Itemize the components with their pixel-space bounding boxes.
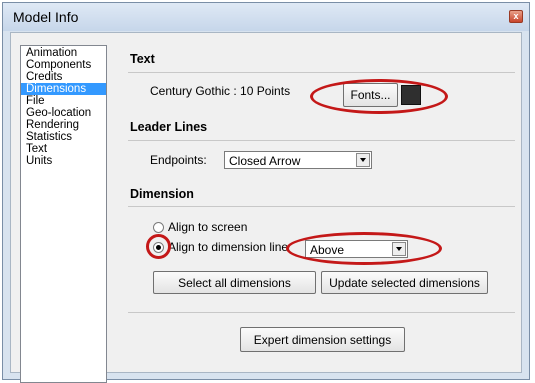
sidebar-item-units[interactable]: Units <box>21 155 106 167</box>
endpoints-value: Closed Arrow <box>229 154 301 168</box>
sidebar-item-components[interactable]: Components <box>21 59 106 71</box>
align-to-screen-label[interactable]: Align to screen <box>168 220 247 234</box>
divider <box>128 312 515 313</box>
sidebar-item-text[interactable]: Text <box>21 143 106 155</box>
sidebar-item-rendering[interactable]: Rendering <box>21 119 106 131</box>
leader-lines-heading: Leader Lines <box>130 120 208 134</box>
divider <box>128 206 515 207</box>
update-selected-dimensions-button[interactable]: Update selected dimensions <box>321 271 488 294</box>
sidebar-item-geo-location[interactable]: Geo-location <box>21 107 106 119</box>
divider <box>128 72 515 73</box>
endpoints-label: Endpoints: <box>150 153 207 167</box>
window-title: Model Info <box>13 9 79 25</box>
sidebar-item-animation[interactable]: Animation <box>21 47 106 59</box>
text-section-heading: Text <box>130 52 155 66</box>
category-list[interactable]: Animation Components Credits Dimensions … <box>20 45 107 383</box>
align-to-dimension-line-label[interactable]: Align to dimension line <box>168 240 300 254</box>
align-to-screen-radio[interactable] <box>153 222 164 233</box>
dimension-heading: Dimension <box>130 187 194 201</box>
endpoints-dropdown[interactable]: Closed Arrow <box>224 151 372 169</box>
sidebar-item-file[interactable]: File <box>21 95 106 107</box>
select-all-dimensions-button[interactable]: Select all dimensions <box>153 271 316 294</box>
sidebar-item-credits[interactable]: Credits <box>21 71 106 83</box>
title-bar: Model Info x <box>3 3 529 31</box>
fonts-highlight-circle <box>310 79 448 114</box>
radio-highlight-circle <box>146 234 171 259</box>
chevron-down-icon[interactable] <box>356 153 370 167</box>
close-icon[interactable]: x <box>509 10 523 23</box>
position-highlight-circle <box>286 232 442 265</box>
expert-dimension-settings-button[interactable]: Expert dimension settings <box>240 327 405 352</box>
font-description: Century Gothic : 10 Points <box>150 84 291 98</box>
divider <box>128 140 515 141</box>
sidebar-item-dimensions[interactable]: Dimensions <box>21 83 106 95</box>
sidebar-item-statistics[interactable]: Statistics <box>21 131 106 143</box>
